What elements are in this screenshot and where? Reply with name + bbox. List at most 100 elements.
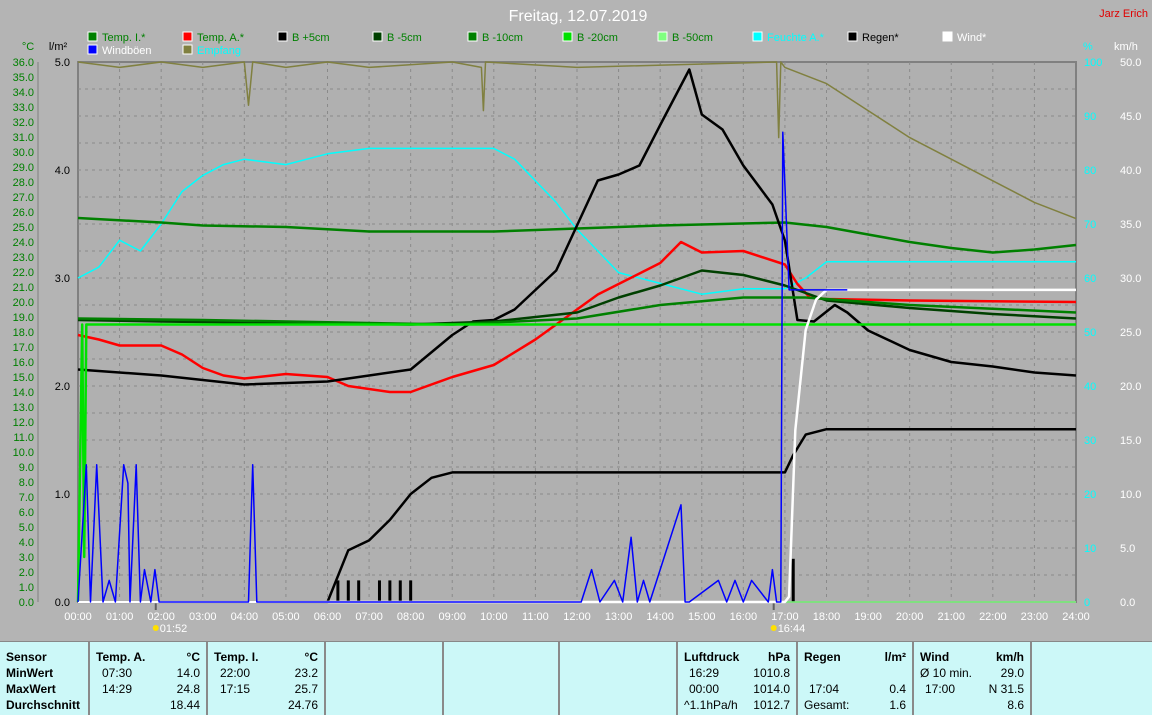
col-unit: °C xyxy=(304,650,318,664)
temp-tick-label: 22.0 xyxy=(13,267,34,279)
temp-tick-label: 24.0 xyxy=(13,237,34,249)
rain-tick-label: 3.0 xyxy=(55,273,70,285)
legend-label: Regen* xyxy=(862,32,899,44)
x-tick-label: 17:00 xyxy=(771,611,799,623)
legend-label: B -5cm xyxy=(387,32,422,44)
temp-tick-label: 29.0 xyxy=(13,162,34,174)
legend-label: Temp. I.* xyxy=(102,32,146,44)
x-tick-label: 04:00 xyxy=(231,611,259,623)
temp-tick-label: 9.0 xyxy=(19,462,34,474)
total-value: 1.6 xyxy=(889,698,906,712)
min-value: 14.0 xyxy=(176,666,200,680)
col-title: Wind xyxy=(920,650,950,664)
legend-label: Windböen xyxy=(102,45,152,57)
avg-value: 18.44 xyxy=(169,698,200,712)
max-time: 17:00 xyxy=(925,682,956,696)
x-tick-label: 13:00 xyxy=(605,611,633,623)
max-value: 24.8 xyxy=(176,682,200,696)
temp-tick-label: 25.0 xyxy=(13,222,34,234)
legend-label: Empfang xyxy=(197,45,241,57)
stats-temp-inside: Temp. I. °C 22:00 23.2 17:15 25.7 24.76 xyxy=(208,642,326,715)
temp-tick-label: 7.0 xyxy=(19,492,34,504)
statistics-table: Sensor MinWert MaxWert Durchschnitt Temp… xyxy=(0,641,1152,715)
temp-tick-label: 1.0 xyxy=(19,582,34,594)
x-tick-label: 09:00 xyxy=(438,611,466,623)
legend-swatch xyxy=(372,31,383,42)
x-tick-label: 07:00 xyxy=(355,611,383,623)
legend-swatch xyxy=(87,44,98,55)
label-max: MaxWert xyxy=(6,682,56,696)
temp-tick-label: 19.0 xyxy=(13,312,34,324)
x-tick-label: 22:00 xyxy=(979,611,1007,623)
marker-time: 01:52 xyxy=(160,623,188,635)
x-tick-label: 06:00 xyxy=(314,611,342,623)
humidity-tick-label: 10 xyxy=(1084,543,1096,555)
col-title: Temp. I. xyxy=(214,650,259,664)
legend-swatch xyxy=(467,31,478,42)
col-title: Regen xyxy=(804,650,841,664)
x-tick-label: 12:00 xyxy=(563,611,591,623)
temp-tick-label: 33.0 xyxy=(13,102,34,114)
col-title: Luftdruck xyxy=(684,650,740,664)
max-value: 0.4 xyxy=(889,682,906,696)
max-time: 00:00 xyxy=(689,682,720,696)
temp-tick-label: 35.0 xyxy=(13,72,34,84)
min-time: 07:30 xyxy=(102,666,133,680)
legend-swatch xyxy=(87,31,98,42)
author-label: Jarz Erich xyxy=(1099,8,1148,20)
col-unit: km/h xyxy=(995,650,1024,664)
rain-bar xyxy=(346,580,350,602)
stats-empty-2 xyxy=(444,642,560,715)
x-tick-label: 16:00 xyxy=(730,611,758,623)
wind-tick-label: 40.0 xyxy=(1120,165,1141,177)
temp-tick-label: 5.0 xyxy=(19,522,34,534)
rain-bar xyxy=(791,558,795,602)
avg-value: 24.76 xyxy=(287,698,318,712)
rain-bar xyxy=(409,580,413,602)
temp-tick-label: 16.0 xyxy=(13,357,34,369)
wind-tick-label: 25.0 xyxy=(1120,327,1141,339)
legend-label: B -10cm xyxy=(482,32,523,44)
max-time: 17:04 xyxy=(809,682,840,696)
stats-temp-outside: Temp. A. °C 07:30 14.0 14:29 24.8 18.44 xyxy=(90,642,208,715)
humidity-tick-label: 50 xyxy=(1084,327,1096,339)
max-time: 14:29 xyxy=(102,682,133,696)
humidity-tick-label: 100 xyxy=(1084,57,1102,69)
temp-tick-label: 6.0 xyxy=(19,507,34,519)
temp-tick-label: 18.0 xyxy=(13,327,34,339)
temp-tick-label: 20.0 xyxy=(13,297,34,309)
temp-tick-label: 23.0 xyxy=(13,252,34,264)
legend-label: Temp. A.* xyxy=(197,32,245,44)
x-tick-label: 08:00 xyxy=(397,611,425,623)
max-value: 1014.0 xyxy=(753,682,790,696)
legend-swatch xyxy=(182,44,193,55)
temp-tick-label: 27.0 xyxy=(13,192,34,204)
avg10-label: Ø 10 min. xyxy=(920,666,973,680)
x-tick-label: 14:00 xyxy=(646,611,674,623)
weather-chart: Freitag, 12.07.2019 Jarz Erich Temp. I.*… xyxy=(13,8,1148,635)
humidity-tick-label: 30 xyxy=(1084,435,1096,447)
stats-empty-3 xyxy=(560,642,678,715)
temp-tick-label: 8.0 xyxy=(19,477,34,489)
stats-wind: Wind km/h Ø 10 min. 29.0 17:00 N 31.5 8.6 xyxy=(914,642,1032,715)
temp-tick-label: 2.0 xyxy=(19,567,34,579)
rain-bar xyxy=(388,580,392,602)
x-tick-label: 23:00 xyxy=(1021,611,1049,623)
label-sensor: Sensor xyxy=(6,650,47,664)
rain-tick-label: 2.0 xyxy=(55,381,70,393)
legend-swatch xyxy=(657,31,668,42)
rain-tick-label: 0.0 xyxy=(55,597,70,609)
rain-tick-label: 1.0 xyxy=(55,489,70,501)
wind-tick-label: 10.0 xyxy=(1120,489,1141,501)
label-avg: Durchschnitt xyxy=(6,698,81,712)
temp-tick-label: 13.0 xyxy=(13,402,34,414)
avg-value: 1012.7 xyxy=(753,698,790,712)
stats-pressure: Luftdruck hPa 16:29 1010.8 00:00 1014.0 ^1.… xyxy=(678,642,798,715)
temp-tick-label: 34.0 xyxy=(13,87,34,99)
wind-tick-label: 30.0 xyxy=(1120,273,1141,285)
temp-tick-label: 12.0 xyxy=(13,417,34,429)
temp-tick-label: 28.0 xyxy=(13,177,34,189)
legend-swatch xyxy=(847,31,858,42)
rain-bar xyxy=(336,580,340,602)
stats-empty-1 xyxy=(326,642,444,715)
